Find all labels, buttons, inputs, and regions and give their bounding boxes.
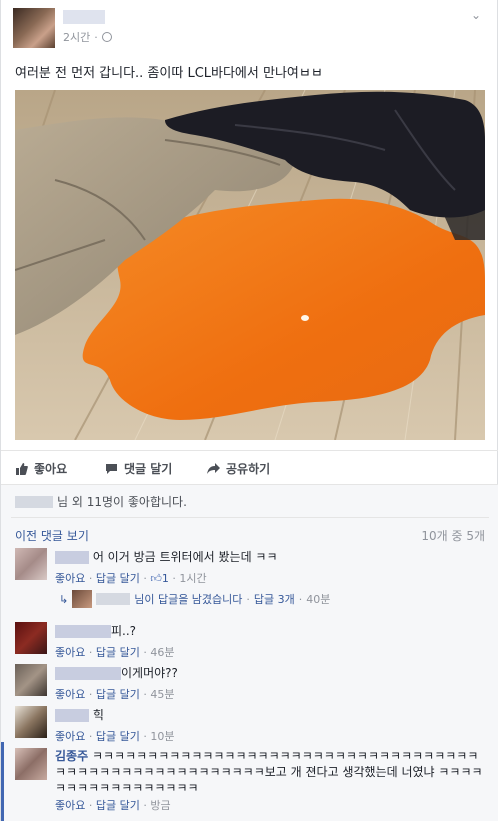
comment-button[interactable]: 댓글 달기 (105, 460, 172, 477)
comment-meta: 좋아요 · 답글 달기 · 방금 (55, 799, 171, 812)
commenter-name-blurred[interactable] (55, 625, 111, 638)
commenter-name-blurred[interactable] (55, 667, 121, 680)
commenter-avatar[interactable] (15, 748, 47, 780)
commenter-avatar[interactable] (15, 548, 47, 580)
author-avatar[interactable] (13, 8, 55, 48)
photo-illustration (15, 90, 485, 440)
new-comment-indicator (1, 742, 4, 821)
commenter-name-blurred[interactable] (55, 709, 89, 722)
comment-body: 힉 좋아요 · 답글 달기 · 10분 (55, 706, 485, 744)
comment-body: 이게머야?? 좋아요 · 답글 달기 · 45분 (55, 664, 485, 702)
post-photo[interactable] (15, 90, 485, 440)
comment-reply-link[interactable]: 답글 달기 (96, 572, 140, 585)
commenter-avatar[interactable] (15, 706, 47, 738)
commenter-avatar[interactable] (15, 622, 47, 654)
likes-summary[interactable]: 님 외 11명이 좋아합니다. (15, 493, 187, 510)
replier-name-blurred[interactable] (96, 593, 131, 605)
previous-comments-row: 이전 댓글 보기 10개 중 5개 (15, 527, 485, 544)
thumbs-up-icon: 👍︎ (150, 572, 162, 585)
comment-body: 피..? 좋아요 · 답글 달기 · 46분 (55, 622, 485, 660)
commenter-avatar[interactable] (15, 664, 47, 696)
reply-summary[interactable]: ↳ 님이 답글을 남겼습니다 · 답글 3개 · 40분 (59, 590, 330, 608)
post-timestamp[interactable]: 2시간 · (63, 29, 112, 45)
comment-body: 어 이거 방금 트위터에서 봤는데 ㅋㅋ 좋아요 · 답글 달기 · 👍︎1 ·… (55, 548, 485, 586)
chevron-down-icon[interactable]: ⌄ (471, 8, 481, 22)
author-name-blurred[interactable] (63, 10, 105, 24)
reply-arrow-icon: ↳ (59, 592, 69, 606)
commenter-name[interactable]: 김종주 (55, 749, 88, 763)
comment-meta: 좋아요 · 답글 달기 · 45분 (55, 688, 175, 701)
comment-body: 김종주 ㅋㅋㅋㅋㅋㅋㅋㅋㅋㅋㅋㅋㅋㅋㅋㅋㅋㅋㅋㅋㅋㅋㅋㅋㅋㅋㅋㅋㅋㅋㅋㅋㅋㅋㅋㅋ… (55, 748, 485, 814)
share-arrow-icon (207, 462, 220, 475)
replier-avatar[interactable] (72, 590, 93, 608)
share-button[interactable]: 공유하기 (207, 460, 270, 477)
divider (11, 517, 489, 518)
liker-name-blurred[interactable] (15, 495, 53, 508)
comment-meta: 좋아요 · 답글 달기 · 👍︎1 · 1시간 (55, 572, 207, 585)
post-header: 2시간 · ⌄ (13, 6, 483, 48)
like-button[interactable]: 좋아요 (15, 460, 67, 477)
facebook-post-card: 2시간 · ⌄ 여러분 전 먼저 갑니다.. 좀이따 LCL바다에서 만나여ㅂㅂ (0, 0, 498, 821)
comment-count: 10개 중 5개 (421, 529, 485, 543)
comment-icon (105, 463, 118, 475)
comment-meta: 좋아요 · 답글 달기 · 46분 (55, 646, 175, 659)
commenter-name-blurred[interactable] (55, 551, 89, 564)
post-text: 여러분 전 먼저 갑니다.. 좀이따 LCL바다에서 만나여ㅂㅂ (15, 66, 323, 81)
post-actions-bar: 좋아요 댓글 달기 공유하기 (1, 450, 498, 484)
thumbs-up-icon (15, 462, 28, 475)
view-previous-comments-link[interactable]: 이전 댓글 보기 (15, 529, 89, 543)
comment-meta: 좋아요 · 답글 달기 · 10분 (55, 730, 175, 743)
globe-icon (101, 32, 112, 42)
comment-like-link[interactable]: 좋아요 (55, 572, 85, 585)
